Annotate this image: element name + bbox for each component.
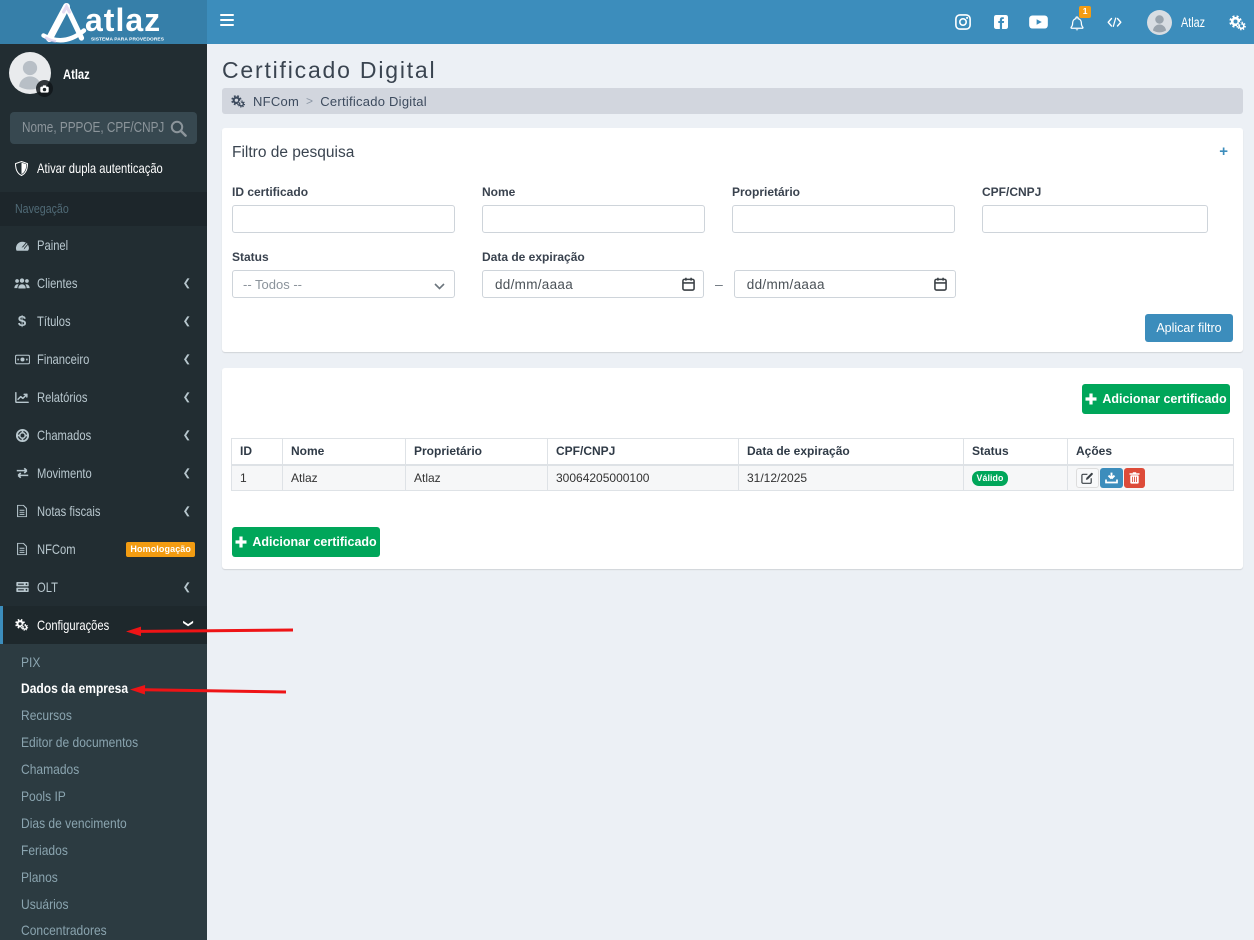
svg-text:SISTEMA PARA PROVEDORES: SISTEMA PARA PROVEDORES [91,37,165,43]
svg-text:atlaz: atlaz [85,2,161,38]
